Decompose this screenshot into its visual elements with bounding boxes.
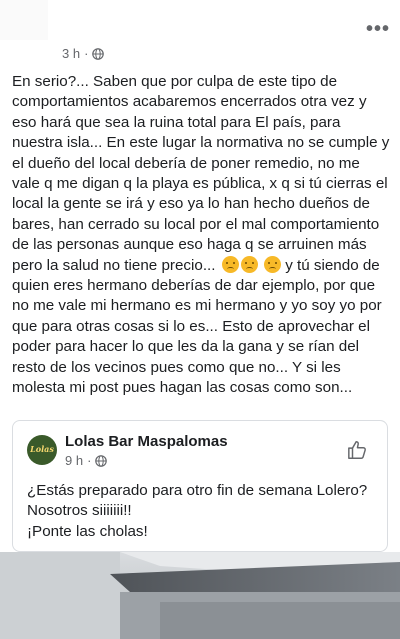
globe-icon[interactable] <box>95 454 108 467</box>
more-options-icon[interactable]: ••• <box>366 19 390 39</box>
thumbs-up-icon[interactable] <box>347 439 369 461</box>
post-text-continued: y tú siendo de quien eres hermano deberí… <box>12 256 382 397</box>
sad-face-emoji <box>240 255 258 273</box>
post-meta: 3 h · <box>62 46 105 61</box>
post-text-main: En serio?... Saben que por culpa de este… <box>12 73 390 274</box>
shared-text-line: ¡Ponte las cholas! <box>27 522 148 540</box>
sad-face-emoji <box>263 255 281 273</box>
sad-face-emoji <box>221 255 239 273</box>
shared-post-photo[interactable] <box>0 552 400 639</box>
post-body: En serio?... Saben que por culpa de este… <box>12 72 390 399</box>
shared-post-timestamp[interactable]: 9 h <box>65 453 83 468</box>
author-avatar[interactable] <box>0 0 48 40</box>
shared-post-meta: 9 h · <box>65 453 108 468</box>
meta-separator: · <box>84 46 89 61</box>
shared-text-line: Nosotros siiiiiii!! <box>27 502 132 520</box>
meta-separator: · <box>87 453 92 468</box>
post-header: 3 h · ••• <box>0 0 400 70</box>
post-timestamp[interactable]: 3 h <box>62 46 80 61</box>
shared-post-body: ¿Estás preparado para otro fin de semana… <box>27 481 377 542</box>
shared-post-card[interactable]: Lolas Lolas Bar Maspalomas 9 h · ¿Estás … <box>12 420 388 552</box>
shared-text-line: ¿Estás preparado para otro fin de semana… <box>27 482 368 499</box>
page-avatar[interactable]: Lolas <box>27 435 57 465</box>
page-name-link[interactable]: Lolas Bar Maspalomas <box>65 433 228 450</box>
globe-icon[interactable] <box>92 47 105 60</box>
page-avatar-logo-text: Lolas <box>30 444 54 454</box>
